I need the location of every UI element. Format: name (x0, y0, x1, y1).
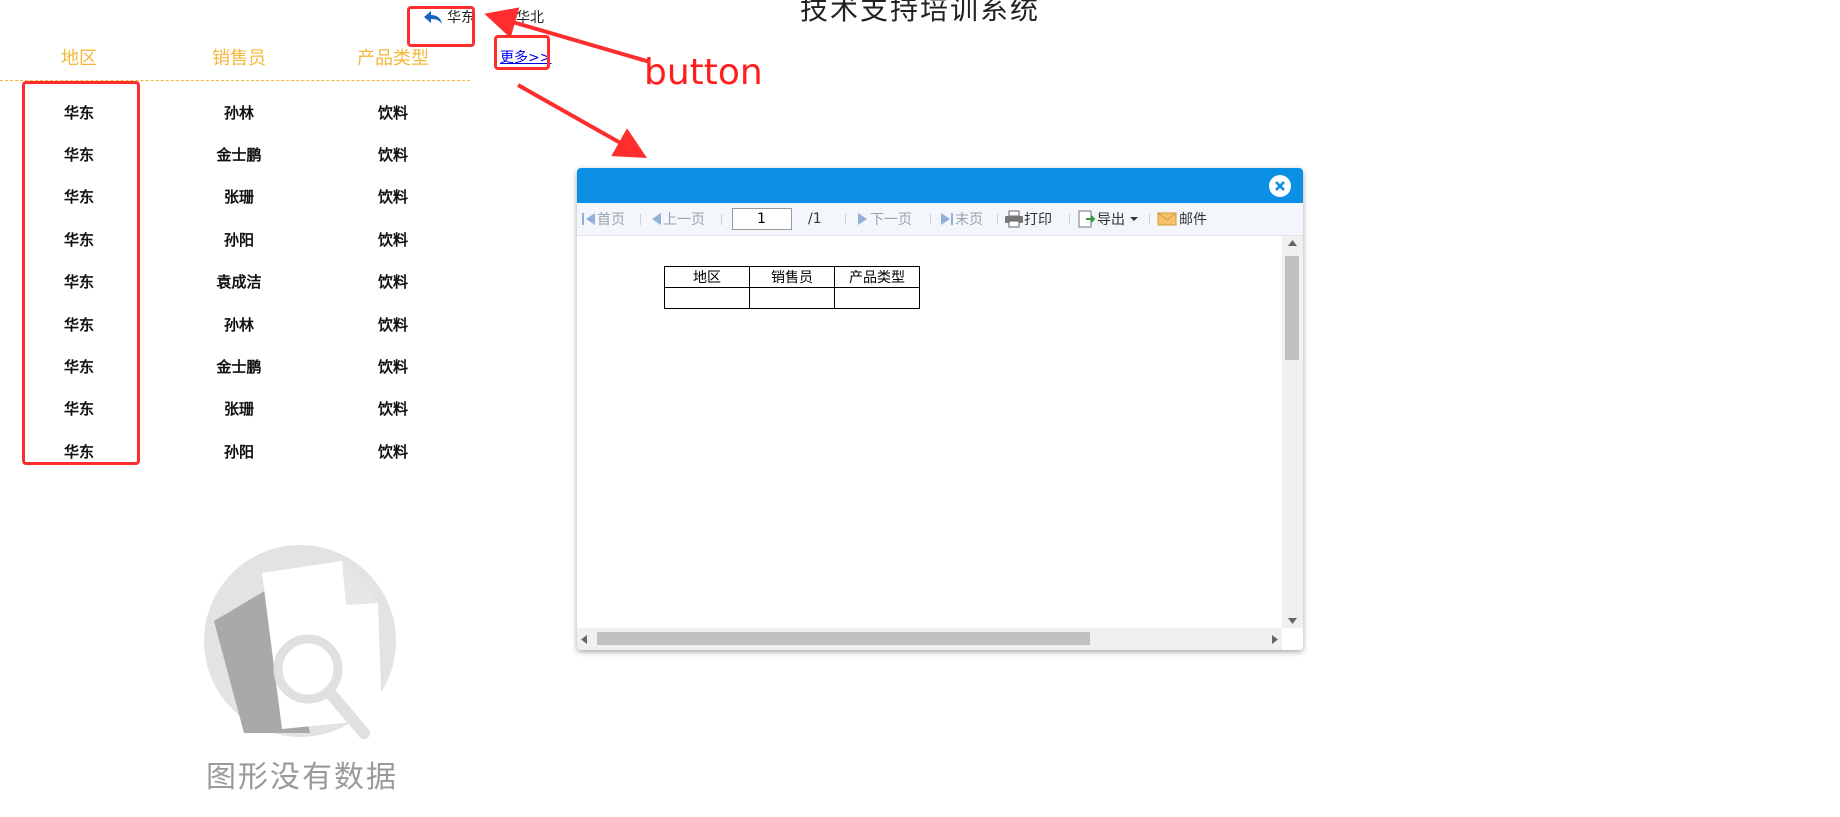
first-page-button[interactable]: 首页 (581, 203, 625, 235)
report-empty-cell (749, 287, 835, 309)
report-empty-cell (834, 287, 920, 309)
next-page-button[interactable]: 下一页 (856, 203, 912, 235)
toolbar-divider (845, 214, 846, 225)
no-data-label: 图形没有数据 (206, 760, 398, 795)
print-button[interactable]: 打印 (1004, 203, 1052, 235)
toolbar-divider (640, 214, 641, 225)
scroll-left-icon (581, 635, 587, 644)
next-page-icon (858, 213, 867, 225)
toolbar-divider (1149, 214, 1150, 225)
report-header-region: 地区 (664, 266, 750, 288)
last-page-label: 末页 (955, 212, 983, 228)
scroll-down-icon (1288, 618, 1297, 624)
toolbar-divider (930, 214, 931, 225)
prev-page-label: 上一页 (663, 212, 705, 228)
export-icon (1078, 210, 1096, 228)
first-page-label: 首页 (597, 212, 625, 228)
mail-label: 邮件 (1179, 212, 1207, 228)
report-toolbar: 首页 上一页 /1 下一页 末页 打印 导出 (577, 203, 1303, 236)
annotation-arrow-dialog (517, 83, 647, 158)
first-page-icon (582, 213, 595, 225)
vertical-scrollbar[interactable] (1282, 236, 1303, 628)
vertical-scroll-thumb[interactable] (1285, 256, 1299, 360)
report-dialog: 首页 上一页 /1 下一页 末页 打印 导出 (577, 168, 1303, 650)
scroll-right-icon (1272, 635, 1278, 644)
dialog-title-bar (577, 168, 1303, 203)
last-page-button[interactable]: 末页 (939, 203, 983, 235)
prev-page-icon (652, 213, 661, 225)
report-header-product-type: 产品类型 (834, 266, 920, 288)
next-page-label: 下一页 (870, 212, 912, 228)
toolbar-divider (721, 214, 722, 225)
printer-icon (1005, 210, 1023, 228)
mail-icon (1157, 212, 1177, 226)
report-table: 地区 销售员 产品类型 (664, 266, 920, 309)
toolbar-divider (1069, 214, 1070, 225)
horizontal-scrollbar[interactable] (577, 628, 1282, 650)
chevron-down-icon (1130, 217, 1138, 221)
page-total: /1 (808, 211, 822, 227)
page-number-input[interactable] (732, 208, 792, 230)
report-viewer: 地区 销售员 产品类型 (577, 236, 1282, 628)
report-empty-cell (664, 287, 750, 309)
report-header-salesperson: 销售员 (749, 266, 835, 288)
toolbar-divider (997, 214, 998, 225)
no-data-icon (204, 545, 396, 739)
print-label: 打印 (1024, 212, 1052, 228)
scroll-up-icon (1288, 240, 1297, 246)
prev-page-button[interactable]: 上一页 (649, 203, 705, 235)
last-page-icon (941, 213, 953, 225)
annotation-arrow-back (484, 7, 651, 64)
report-empty-row (664, 287, 920, 309)
export-label: 导出 (1097, 212, 1125, 228)
mail-button[interactable]: 邮件 (1157, 203, 1207, 235)
report-header-row: 地区 销售员 产品类型 (664, 266, 920, 288)
close-icon (1275, 181, 1285, 191)
horizontal-scroll-thumb[interactable] (597, 632, 1090, 645)
export-button[interactable]: 导出 (1077, 203, 1139, 235)
close-button[interactable] (1269, 175, 1291, 197)
